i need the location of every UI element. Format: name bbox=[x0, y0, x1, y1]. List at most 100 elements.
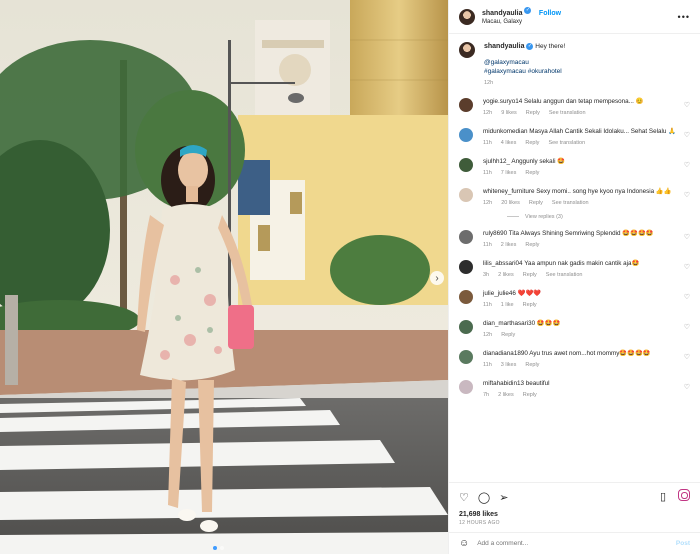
photo-illustration bbox=[0, 0, 448, 554]
comment-icon[interactable]: ◯ bbox=[478, 491, 490, 504]
post-photo[interactable]: › bbox=[0, 0, 448, 554]
commenter-avatar[interactable] bbox=[459, 128, 473, 142]
share-icon[interactable]: ➢ bbox=[499, 491, 508, 504]
comment-likes[interactable]: 3 likes bbox=[501, 361, 517, 370]
reply-button[interactable]: Reply bbox=[525, 139, 539, 148]
heart-icon[interactable]: ♡ bbox=[459, 491, 469, 504]
like-comment-heart-icon[interactable]: ♡ bbox=[684, 263, 690, 271]
reply-button[interactable]: Reply bbox=[523, 271, 537, 280]
commenter-avatar[interactable] bbox=[459, 320, 473, 334]
comment-item: whiteney_furniture Sexy momi.. song hye … bbox=[459, 187, 690, 208]
reply-button[interactable]: Reply bbox=[525, 169, 539, 178]
like-comment-heart-icon[interactable]: ♡ bbox=[684, 101, 690, 109]
caption-text: Hey there! bbox=[535, 43, 566, 50]
caption-mention[interactable]: @galaxymacau bbox=[484, 58, 565, 67]
like-comment-heart-icon[interactable]: ♡ bbox=[684, 323, 690, 331]
like-comment-heart-icon[interactable]: ♡ bbox=[684, 191, 690, 199]
comment-text: Ayu trus awet nom...hot mommy🤩🤩🤩🤩 bbox=[529, 350, 651, 357]
reply-button[interactable]: Reply bbox=[526, 109, 540, 118]
like-comment-heart-icon[interactable]: ♡ bbox=[684, 131, 690, 139]
author-username[interactable]: shandyaulia bbox=[482, 10, 522, 17]
comment-likes[interactable]: 9 likes bbox=[501, 109, 517, 118]
comment-meta: 11h 2 likes Reply bbox=[483, 241, 688, 250]
comment-meta: 11h 7 likes Reply bbox=[483, 169, 688, 178]
commenter-avatar[interactable] bbox=[459, 350, 473, 364]
caption-username[interactable]: shandyaulia bbox=[484, 43, 524, 50]
like-comment-heart-icon[interactable]: ♡ bbox=[684, 161, 690, 169]
verified-badge-icon: ✓ bbox=[524, 7, 532, 15]
commenter-avatar[interactable] bbox=[459, 290, 473, 304]
commenter-username[interactable]: julie_julie46 bbox=[483, 290, 516, 297]
commenter-username[interactable]: lilis_abssari04 bbox=[483, 260, 523, 267]
comment-likes[interactable]: 2 likes bbox=[501, 241, 517, 250]
comment-meta: 3h 2 likes Reply See translation bbox=[483, 271, 688, 280]
view-replies-button[interactable]: View replies (3) bbox=[507, 214, 690, 220]
commenter-avatar[interactable] bbox=[459, 380, 473, 394]
reply-button[interactable]: Reply bbox=[523, 391, 537, 400]
caption-avatar[interactable] bbox=[459, 42, 475, 58]
see-translation-button[interactable]: See translation bbox=[549, 109, 586, 118]
comment-likes[interactable]: 2 likes bbox=[498, 271, 514, 280]
reply-button[interactable]: Reply bbox=[523, 301, 537, 310]
next-photo-button[interactable]: › bbox=[430, 271, 444, 285]
commenter-username[interactable]: yogie.suryo14 bbox=[483, 98, 522, 105]
comment-time: 11h bbox=[483, 242, 492, 248]
comment-item: sjulhh12_ Anggunly sekali 🤩 11h 7 likes Re… bbox=[459, 157, 690, 178]
comment-meta: 11h 4 likes Reply See translation bbox=[483, 139, 688, 148]
comment-meta: 12h 20 likes Reply See translation bbox=[483, 199, 688, 208]
post-comment-button[interactable]: Post bbox=[676, 540, 690, 547]
post-location[interactable]: Macau, Galaxy bbox=[482, 18, 561, 27]
comment-time: 7h bbox=[483, 392, 490, 398]
comment-item: midunkomedian Masya Allah Cantik Sekali … bbox=[459, 127, 690, 148]
add-comment-input[interactable] bbox=[477, 540, 638, 547]
see-translation-button[interactable]: See translation bbox=[546, 271, 583, 280]
comment-text: 🤩🤩🤩 bbox=[536, 320, 561, 327]
commenter-username[interactable]: whiteney_furniture bbox=[483, 188, 534, 195]
like-count[interactable]: 21,698 likes bbox=[459, 511, 690, 518]
commenter-avatar[interactable] bbox=[459, 158, 473, 172]
commenter-avatar[interactable] bbox=[459, 260, 473, 274]
commenter-username[interactable]: ruly8690 bbox=[483, 230, 507, 237]
reply-button[interactable]: Reply bbox=[525, 241, 539, 250]
emoji-icon[interactable]: ☺ bbox=[459, 538, 469, 549]
comment-text: Sexy momi.. song hye kyoo nya Indonesia … bbox=[536, 188, 672, 195]
bookmark-icon[interactable]: ▯ bbox=[660, 490, 666, 503]
comment-text: beautiful bbox=[525, 380, 550, 387]
reply-button[interactable]: Reply bbox=[525, 361, 539, 370]
see-translation-button[interactable]: See translation bbox=[548, 139, 585, 148]
reply-button[interactable]: Reply bbox=[501, 331, 515, 340]
commenter-username[interactable]: midunkomedian bbox=[483, 128, 527, 135]
comment-item: dianadiana1890 Ayu trus awet nom...hot m… bbox=[459, 349, 690, 370]
comment-likes[interactable]: 7 likes bbox=[501, 169, 517, 178]
comment-likes[interactable]: 1 like bbox=[501, 301, 514, 310]
like-comment-heart-icon[interactable]: ♡ bbox=[684, 293, 690, 301]
caption-hashtags[interactable]: #galaxymacau #okurahotel bbox=[484, 67, 565, 76]
like-comment-heart-icon[interactable]: ♡ bbox=[684, 233, 690, 241]
comment-likes[interactable]: 2 likes bbox=[498, 391, 514, 400]
comment-likes[interactable]: 4 likes bbox=[501, 139, 517, 148]
post-timestamp: 12 HOURS AGO bbox=[459, 520, 500, 526]
commenter-avatar[interactable] bbox=[459, 230, 473, 244]
reply-button[interactable]: Reply bbox=[529, 199, 543, 208]
comment-time: 12h bbox=[483, 110, 493, 116]
comment-text: Masya Allah Cantik Sekali Idolaku... Seh… bbox=[529, 128, 677, 135]
like-comment-heart-icon[interactable]: ♡ bbox=[684, 383, 690, 391]
follow-button[interactable]: Follow bbox=[539, 10, 561, 17]
commenter-username[interactable]: dianadiana1890 bbox=[483, 350, 528, 357]
comment-likes[interactable]: 20 likes bbox=[501, 199, 520, 208]
instagram-icon[interactable] bbox=[678, 489, 690, 501]
more-options-icon[interactable]: ••• bbox=[678, 12, 690, 22]
commenter-username[interactable]: miftahabidin13 bbox=[483, 380, 524, 387]
commenter-username[interactable]: sjulhh12_ bbox=[483, 158, 510, 165]
commenter-avatar[interactable] bbox=[459, 188, 473, 202]
comment-text: Tita Always Shining Semriwing Splendid 🤩… bbox=[508, 230, 654, 237]
comment-meta: 12h 9 likes Reply See translation bbox=[483, 109, 688, 118]
commenter-avatar[interactable] bbox=[459, 98, 473, 112]
comment-time: 12h bbox=[483, 332, 493, 338]
commenter-username[interactable]: dian_marthasari30 bbox=[483, 320, 535, 327]
author-avatar[interactable] bbox=[459, 8, 475, 25]
like-comment-heart-icon[interactable]: ♡ bbox=[684, 353, 690, 361]
see-translation-button[interactable]: See translation bbox=[552, 199, 589, 208]
post-details-panel: shandyaulia ✓ Follow Macau, Galaxy ••• sh… bbox=[448, 0, 700, 554]
comments-scroll[interactable]: shandyaulia ✓ Hey there! @galaxymacau #ga… bbox=[449, 34, 700, 482]
